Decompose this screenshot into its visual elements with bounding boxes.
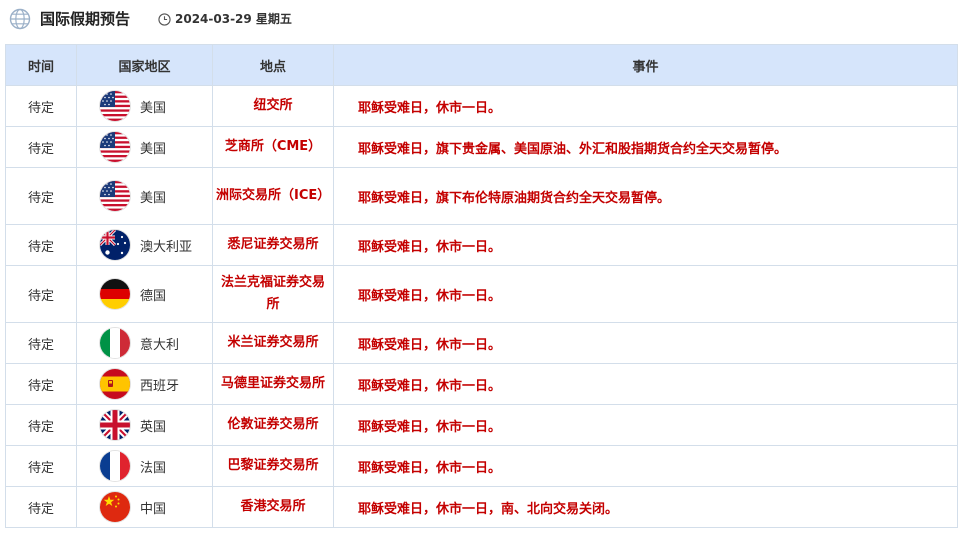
country-cell: 意大利 (77, 328, 212, 358)
china-flag-icon (100, 492, 130, 522)
country-cell: 英国 (77, 410, 212, 440)
country-name: 澳大利亚 (140, 239, 193, 255)
germany-flag-icon (100, 279, 130, 309)
location-cell: 伦敦证券交易所 (212, 404, 334, 446)
time-cell: 待定 (5, 85, 77, 127)
table-row: 待定 西班牙 马德里证券交易所 耶稣受难日，休市一日。 (5, 363, 958, 405)
location-cell: 巴黎证券交易所 (212, 445, 334, 487)
time-cell: 待定 (5, 126, 77, 168)
country-name: 西班牙 (140, 378, 180, 394)
us-flag-icon (100, 132, 130, 162)
country-cell: 西班牙 (77, 369, 212, 399)
spain-flag-icon (100, 369, 130, 399)
column-header-country: 国家地区 (76, 44, 213, 86)
table-row: 待定 美国 洲际交易所（ICE） 耶稣受难日，旗下布伦特原油期货合约全天交易暂停… (5, 167, 958, 225)
time-cell: 待定 (5, 224, 77, 266)
location-cell: 纽交所 (212, 85, 334, 127)
country-cell: 德国 (77, 279, 212, 309)
location-cell: 芝商所（CME） (212, 126, 334, 168)
uk-flag-icon (100, 410, 130, 440)
event-cell: 耶稣受难日，休市一日。 (333, 224, 958, 266)
table-row: 待定 中国 香港交易所 耶稣受难日，休市一日，南、北向交易关闭。 (5, 486, 958, 528)
country-name: 英国 (140, 419, 167, 435)
country-cell: 中国 (77, 492, 212, 522)
event-cell: 耶稣受难日，旗下贵金属、美国原油、外汇和股指期货合约全天交易暂停。 (333, 126, 958, 168)
time-cell: 待定 (5, 404, 77, 446)
event-cell: 耶稣受难日，休市一日。 (333, 404, 958, 446)
time-cell: 待定 (5, 265, 77, 323)
country-name: 美国 (140, 100, 167, 116)
location-cell: 香港交易所 (212, 486, 334, 528)
page-header: 国际假期预告 2024-03-29 星期五 (0, 0, 972, 40)
us-flag-icon (100, 181, 130, 211)
column-header-event: 事件 (333, 44, 958, 86)
event-cell: 耶稣受难日，休市一日，南、北向交易关闭。 (333, 486, 958, 528)
country-name: 法国 (140, 460, 167, 476)
table-row: 待定 美国 芝商所（CME） 耶稣受难日，旗下贵金属、美国原油、外汇和股指期货合… (5, 126, 958, 168)
event-cell: 耶稣受难日，旗下布伦特原油期货合约全天交易暂停。 (333, 167, 958, 225)
country-name: 美国 (140, 141, 167, 157)
table-row: 待定 美国 纽交所 耶稣受难日，休市一日。 (5, 85, 958, 127)
location-cell: 马德里证券交易所 (212, 363, 334, 405)
location-cell: 悉尼证券交易所 (212, 224, 334, 266)
italy-flag-icon (100, 328, 130, 358)
australia-flag-icon (100, 230, 130, 260)
location-cell: 洲际交易所（ICE） (212, 167, 334, 225)
country-cell: 澳大利亚 (77, 230, 212, 260)
location-cell: 米兰证券交易所 (212, 322, 334, 364)
country-name: 中国 (140, 501, 167, 517)
page-title: 国际假期预告 (40, 10, 131, 28)
globe-icon (9, 8, 31, 30)
clock-icon (158, 12, 171, 26)
country-cell: 法国 (77, 451, 212, 481)
event-cell: 耶稣受难日，休市一日。 (333, 322, 958, 364)
table-row: 待定 意大利 米兰证券交易所 耶稣受难日，休市一日。 (5, 322, 958, 364)
event-cell: 耶稣受难日，休市一日。 (333, 85, 958, 127)
table-row: 待定 法国 巴黎证券交易所 耶稣受难日，休市一日。 (5, 445, 958, 487)
time-cell: 待定 (5, 363, 77, 405)
time-cell: 待定 (5, 167, 77, 225)
time-cell: 待定 (5, 486, 77, 528)
column-header-time: 时间 (5, 44, 77, 86)
event-cell: 耶稣受难日，休市一日。 (333, 363, 958, 405)
event-cell: 耶稣受难日，休市一日。 (333, 445, 958, 487)
france-flag-icon (100, 451, 130, 481)
country-cell: 美国 (77, 181, 212, 211)
country-name: 意大利 (140, 337, 180, 353)
location-cell: 法兰克福证券交易所 (212, 265, 334, 323)
country-name: 德国 (140, 288, 167, 304)
table-row: 待定 澳大利亚 悉尼证券交易所 耶稣受难日，休市一日。 (5, 224, 958, 266)
table-row: 待定 英国 伦敦证券交易所 耶稣受难日，休市一日。 (5, 404, 958, 446)
column-header-location: 地点 (212, 44, 334, 86)
country-cell: 美国 (77, 132, 212, 162)
date-display: 2024-03-29 星期五 (158, 10, 292, 28)
country-name: 美国 (140, 190, 167, 206)
us-flag-icon (100, 91, 130, 121)
country-cell: 美国 (77, 91, 212, 121)
time-cell: 待定 (5, 445, 77, 487)
table-header-row: 时间 国家地区 地点 事件 (5, 44, 958, 86)
holiday-table: 时间 国家地区 地点 事件 待定 美国 纽交所 耶稣受难日，休市一日。 待定 美… (5, 44, 958, 528)
time-cell: 待定 (5, 322, 77, 364)
event-cell: 耶稣受难日，休市一日。 (333, 265, 958, 323)
table-row: 待定 德国 法兰克福证券交易所 耶稣受难日，休市一日。 (5, 265, 958, 323)
date-text: 2024-03-29 星期五 (175, 12, 292, 26)
